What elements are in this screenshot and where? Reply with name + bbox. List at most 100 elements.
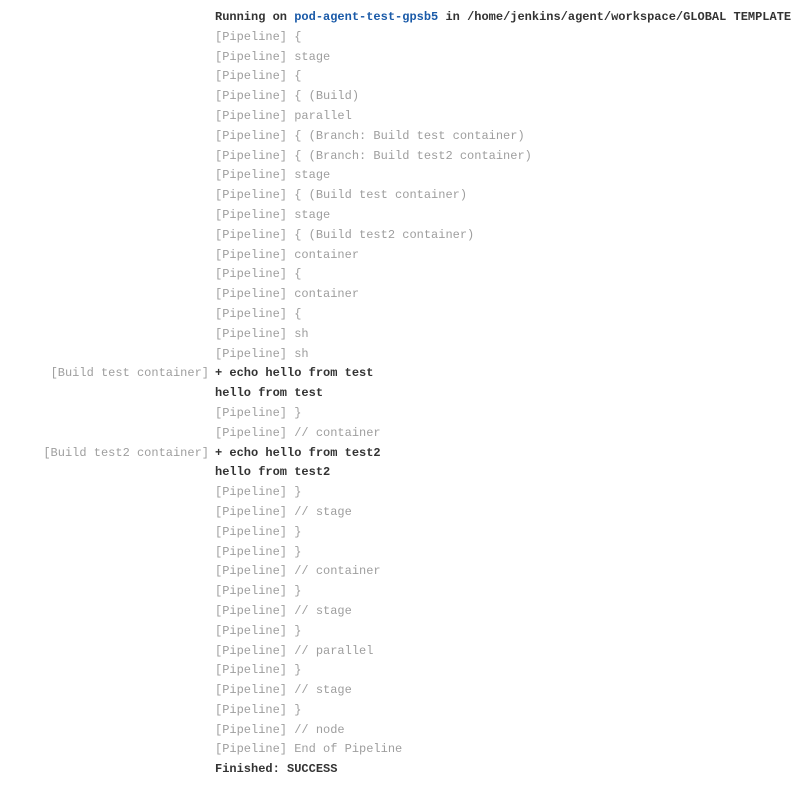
- pipeline-prefix: [Pipeline]: [215, 50, 294, 64]
- line-content: [Pipeline] container: [215, 246, 800, 266]
- line-content: [Pipeline] // parallel: [215, 642, 800, 662]
- line-margin: [0, 582, 215, 602]
- line-content: + echo hello from test: [215, 364, 800, 384]
- line-content: [Pipeline] stage: [215, 166, 800, 186]
- line-margin: [0, 404, 215, 424]
- pipeline-prefix: [Pipeline]: [215, 742, 294, 756]
- line-margin: [Build test container]: [0, 364, 215, 384]
- pipeline-action: }: [294, 703, 301, 717]
- console-line: [Pipeline] }: [0, 582, 800, 602]
- line-content: [Pipeline] // container: [215, 562, 800, 582]
- line-content: [Pipeline] }: [215, 661, 800, 681]
- workspace-path: /home/jenkins/agent/workspace/GLOBAL TEM…: [467, 10, 791, 24]
- console-line: [Pipeline] {: [0, 67, 800, 87]
- line-content: [Pipeline] }: [215, 483, 800, 503]
- pipeline-prefix: [Pipeline]: [215, 525, 294, 539]
- line-content: [Pipeline] parallel: [215, 107, 800, 127]
- pipeline-prefix: [Pipeline]: [215, 168, 294, 182]
- output-text: hello from test: [215, 386, 323, 400]
- node-link[interactable]: pod-agent-test-gpsb5: [294, 10, 438, 24]
- line-content: [Pipeline] { (Branch: Build test contain…: [215, 127, 800, 147]
- line-margin: [0, 206, 215, 226]
- console-line: [Pipeline] {: [0, 28, 800, 48]
- pipeline-prefix: [Pipeline]: [215, 287, 294, 301]
- pipeline-action: // parallel: [294, 644, 373, 658]
- pipeline-action: sh: [294, 327, 308, 341]
- line-content: [Pipeline] {: [215, 28, 800, 48]
- pipeline-action: }: [294, 525, 301, 539]
- line-content: [Pipeline] { (Branch: Build test2 contai…: [215, 147, 800, 167]
- pipeline-prefix: [Pipeline]: [215, 208, 294, 222]
- pipeline-action: stage: [294, 50, 330, 64]
- console-line: hello from test2: [0, 463, 800, 483]
- pipeline-action: stage: [294, 208, 330, 222]
- pipeline-prefix: [Pipeline]: [215, 584, 294, 598]
- console-line: [Pipeline] }: [0, 523, 800, 543]
- line-content: [Pipeline] sh: [215, 325, 800, 345]
- console-line: [Build test2 container]+ echo hello from…: [0, 444, 800, 464]
- pipeline-prefix: [Pipeline]: [215, 406, 294, 420]
- pipeline-prefix: [Pipeline]: [215, 624, 294, 638]
- console-line: [Pipeline] // stage: [0, 681, 800, 701]
- pipeline-action: }: [294, 406, 301, 420]
- pipeline-prefix: [Pipeline]: [215, 89, 294, 103]
- pipeline-prefix: [Pipeline]: [215, 69, 294, 83]
- pipeline-prefix: [Pipeline]: [215, 644, 294, 658]
- pipeline-action: { (Build test2 container): [294, 228, 474, 242]
- pipeline-prefix: [Pipeline]: [215, 228, 294, 242]
- console-line: [Pipeline] }: [0, 483, 800, 503]
- pipeline-action: { (Build test container): [294, 188, 467, 202]
- console-line: [Pipeline] { (Branch: Build test2 contai…: [0, 147, 800, 167]
- line-margin: [0, 345, 215, 365]
- pipeline-action: // container: [294, 426, 380, 440]
- pipeline-prefix: [Pipeline]: [215, 109, 294, 123]
- line-margin: [0, 543, 215, 563]
- pipeline-action: // node: [294, 723, 344, 737]
- pipeline-prefix: [Pipeline]: [215, 663, 294, 677]
- line-margin: [0, 186, 215, 206]
- line-margin: [0, 483, 215, 503]
- line-content: Finished: SUCCESS: [215, 760, 800, 780]
- console-line: [Pipeline] sh: [0, 325, 800, 345]
- console-line: [Pipeline] { (Branch: Build test contain…: [0, 127, 800, 147]
- console-line: Finished: SUCCESS: [0, 760, 800, 780]
- line-margin: [0, 87, 215, 107]
- line-content: [Pipeline] { (Build test container): [215, 186, 800, 206]
- pipeline-prefix: [Pipeline]: [215, 545, 294, 559]
- pipeline-prefix: [Pipeline]: [215, 723, 294, 737]
- pipeline-prefix: [Pipeline]: [215, 307, 294, 321]
- pipeline-action: }: [294, 545, 301, 559]
- line-content: [Pipeline] // stage: [215, 602, 800, 622]
- pipeline-action: End of Pipeline: [294, 742, 402, 756]
- pipeline-action: }: [294, 624, 301, 638]
- output-text: + echo hello from test: [215, 366, 373, 380]
- pipeline-prefix: [Pipeline]: [215, 505, 294, 519]
- line-margin: [0, 325, 215, 345]
- pipeline-prefix: [Pipeline]: [215, 485, 294, 499]
- console-line: [Pipeline] End of Pipeline: [0, 740, 800, 760]
- pipeline-prefix: [Pipeline]: [215, 149, 294, 163]
- pipeline-action: // stage: [294, 683, 352, 697]
- line-margin: [0, 305, 215, 325]
- line-margin: [0, 265, 215, 285]
- console-line: [Pipeline] }: [0, 622, 800, 642]
- line-content: [Pipeline] { (Build): [215, 87, 800, 107]
- line-margin: [0, 523, 215, 543]
- line-content: [Pipeline] }: [215, 404, 800, 424]
- pipeline-action: {: [294, 307, 301, 321]
- line-content: [Pipeline] // container: [215, 424, 800, 444]
- line-margin: [Build test2 container]: [0, 444, 215, 464]
- line-margin: [0, 147, 215, 167]
- console-line: [Pipeline] stage: [0, 166, 800, 186]
- line-content: [Pipeline] {: [215, 305, 800, 325]
- console-line: [Pipeline] { (Build test2 container): [0, 226, 800, 246]
- line-content: [Pipeline] sh: [215, 345, 800, 365]
- pipeline-action: {: [294, 69, 301, 83]
- pipeline-prefix: [Pipeline]: [215, 703, 294, 717]
- running-on-text: Running on: [215, 10, 294, 24]
- console-line: [Build test container]+ echo hello from …: [0, 364, 800, 384]
- pipeline-action: { (Branch: Build test2 container): [294, 149, 532, 163]
- line-content: [Pipeline] }: [215, 543, 800, 563]
- line-content: [Pipeline] stage: [215, 48, 800, 68]
- line-margin: [0, 622, 215, 642]
